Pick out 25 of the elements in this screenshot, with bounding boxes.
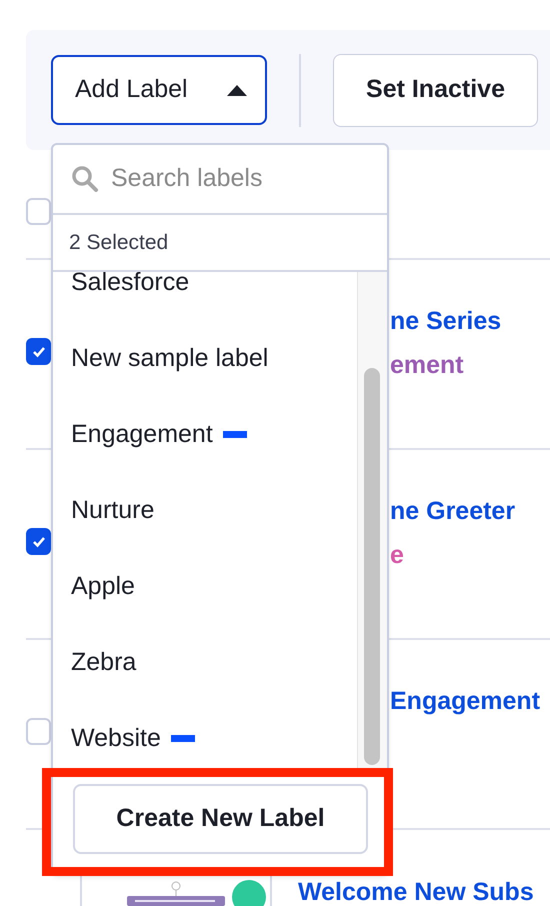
search-field[interactable]: Search labels — [111, 160, 361, 198]
row-title-link[interactable]: ne Greeter — [390, 496, 516, 526]
label-option[interactable]: Nurture — [71, 495, 154, 525]
checkbox[interactable] — [26, 338, 51, 365]
row-title-link[interactable]: Engagement — [390, 686, 540, 716]
row-label: ement — [390, 350, 465, 380]
label-option[interactable]: Zebra — [71, 647, 136, 677]
label-option[interactable]: Salesforce — [71, 272, 190, 297]
check-icon — [32, 346, 46, 358]
checkbox[interactable] — [26, 198, 51, 225]
checkbox[interactable] — [26, 718, 51, 745]
label-option[interactable]: New sample label — [71, 343, 268, 373]
create-new-label-button[interactable]: Create New Label — [73, 784, 368, 854]
row-title-link[interactable]: ne Series — [390, 306, 502, 336]
checkbox[interactable] — [26, 528, 51, 555]
label-option[interactable]: Engagement — [71, 419, 213, 449]
selected-count: 2 Selected — [69, 230, 168, 256]
row-title-link[interactable]: Welcome New Subs — [298, 878, 534, 906]
label-option[interactable]: Apple — [71, 571, 135, 601]
label-option[interactable]: Website — [71, 723, 161, 753]
row-label: e — [390, 540, 405, 570]
search-icon — [71, 165, 99, 193]
add-label-button[interactable]: Add Label — [51, 55, 267, 125]
caret-icon — [227, 84, 247, 96]
check-icon — [32, 536, 46, 548]
